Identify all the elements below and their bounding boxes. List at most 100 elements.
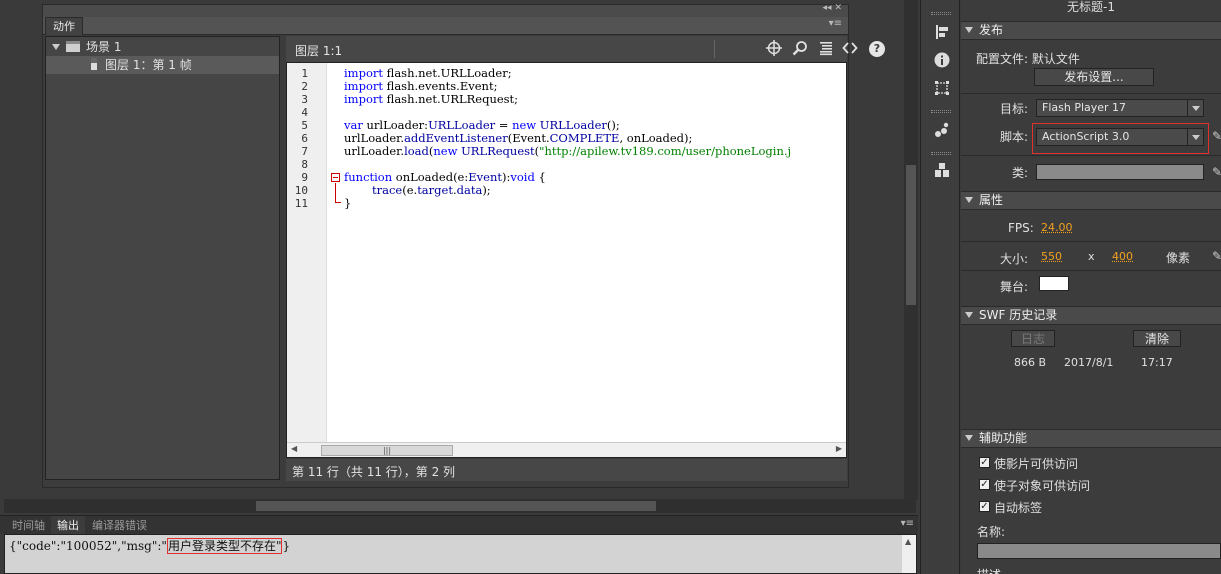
collapse-triangle-icon[interactable] (965, 197, 973, 203)
line-number: 11 (294, 197, 308, 210)
scroll-thumb[interactable] (906, 165, 916, 305)
swf-date: 2017/8/1 (1064, 356, 1114, 369)
scroll-left-icon[interactable]: ◀ (291, 444, 297, 453)
line-number: 3 (301, 93, 308, 106)
line-number: 7 (301, 145, 308, 158)
grip-handle[interactable] (931, 12, 951, 15)
log-button[interactable]: 日志 (1011, 330, 1055, 347)
info-icon[interactable] (933, 52, 951, 70)
format-code-icon[interactable] (817, 40, 835, 58)
editor-title: 图层 1:1 (295, 44, 343, 58)
unit-label: 像素 (1166, 251, 1191, 265)
name-input[interactable] (977, 543, 1221, 559)
line-number: 4 (301, 106, 308, 119)
workspace-vertical-scrollbar[interactable] (904, 0, 918, 500)
checkbox-auto-label[interactable]: ✓ (979, 501, 990, 512)
profile-value: 默认文件 (1031, 52, 1080, 66)
class-input[interactable] (1036, 164, 1204, 180)
accessible-movie-label: 使影片可供访问 (994, 457, 1079, 471)
close-icon[interactable]: ✕ (834, 3, 842, 13)
document-title: 无标题-1 (1067, 0, 1115, 14)
collapse-panel-icon[interactable]: ◂◂ ✕ (823, 3, 842, 13)
output-vertical-scrollbar[interactable]: ▲ (902, 535, 916, 573)
collapse-triangle-icon[interactable] (965, 312, 973, 318)
fold-marker-icon[interactable] (331, 173, 340, 182)
align-icon[interactable] (933, 24, 951, 42)
search-icon[interactable] (791, 40, 809, 58)
line-number: 5 (301, 119, 308, 132)
line-number: 8 (301, 158, 308, 171)
panel-menu-icon[interactable]: ▾≡ (829, 18, 842, 29)
section-swf-history[interactable]: SWF 历史记录 (961, 306, 1221, 325)
checkbox-accessible-movie[interactable]: ✓ (979, 457, 990, 468)
tree-item-layer[interactable]: 图层 1：第 1 帧 (46, 56, 279, 74)
section-properties[interactable]: 属性 (961, 191, 1221, 210)
code-editor[interactable]: 1 2 3 4 5 6 7 8 9 10 11 import flash.net… (286, 62, 847, 458)
wrench-icon[interactable]: ✎ (1212, 129, 1221, 143)
grip-handle[interactable] (931, 152, 951, 155)
script-value: ActionScript 3.0 (1042, 130, 1130, 143)
tree-item-scene[interactable]: 场景 1 (46, 38, 279, 56)
scroll-thumb[interactable] (256, 501, 656, 511)
grip-handle[interactable] (931, 110, 951, 113)
expand-triangle-icon[interactable] (52, 44, 60, 50)
editor-horizontal-scrollbar[interactable]: ◀ ||| ▶ (287, 442, 846, 457)
tab-actions[interactable]: 动作 (45, 17, 83, 35)
tab-compiler-errors[interactable]: 编译器错误 (86, 516, 153, 535)
library-icon[interactable] (933, 162, 951, 180)
section-title: 属性 (979, 193, 1004, 207)
tab-output[interactable]: 输出 (51, 516, 85, 535)
components-icon[interactable] (933, 122, 951, 140)
height-value[interactable]: 400 (1112, 250, 1133, 263)
scroll-thumb[interactable]: ||| (321, 445, 453, 456)
section-publish[interactable]: 发布 (961, 21, 1221, 40)
publish-settings-button[interactable]: 发布设置... (1034, 68, 1154, 86)
accessible-children-label: 使子对象可供访问 (994, 479, 1091, 493)
panel-tabbar: 动作 ▾≡ (43, 17, 848, 35)
section-accessibility[interactable]: 辅助功能 (961, 429, 1221, 448)
help-icon[interactable]: ? (869, 41, 885, 57)
code-line-7: urlLoader.load(new URLRequest("http://ap… (344, 144, 792, 158)
fold-guide-end (335, 202, 341, 203)
section-title: SWF 历史记录 (979, 308, 1058, 322)
line-number: 2 (301, 80, 308, 93)
size-label: 大小: (1000, 252, 1029, 266)
fps-value[interactable]: 24.00 (1041, 221, 1073, 234)
scene-clapper-icon (66, 41, 80, 52)
stage-color-swatch[interactable] (1039, 276, 1069, 291)
code-snippets-icon[interactable] (841, 40, 859, 58)
section-title: 辅助功能 (979, 431, 1028, 445)
collapse-glyph: ◂◂ (822, 3, 832, 13)
edit-class-icon[interactable]: ✎ (1212, 165, 1221, 179)
output-panel[interactable]: {"code":"100052","msg":"用户登录类型不存在"} ▲ (4, 534, 917, 574)
collapse-triangle-icon[interactable] (965, 27, 973, 33)
tab-timeline[interactable]: 时间轴 (6, 516, 51, 535)
script-select[interactable]: ActionScript 3.0 (1036, 128, 1204, 146)
panel-menu-icon[interactable]: ▾≡ (901, 518, 914, 529)
code-line-10: trace(e.target.data); (372, 183, 491, 197)
editor-status-bar: 第 11 行（共 11 行），第 2 列 (286, 459, 847, 481)
name-label: 名称: (977, 525, 1006, 539)
workspace-horizontal-scrollbar[interactable] (4, 499, 916, 513)
clear-button[interactable]: 清除 (1133, 330, 1181, 347)
target-label: 目标: (1000, 102, 1029, 116)
target-icon[interactable] (765, 40, 783, 58)
panel-icon-column (920, 0, 960, 574)
scroll-right-icon[interactable]: ▶ (836, 444, 842, 453)
layer-frame-icon (91, 58, 97, 70)
target-value: Flash Player 17 (1042, 101, 1127, 114)
collapse-triangle-icon[interactable] (965, 435, 973, 441)
layer-label: 图层 1：第 1 帧 (105, 58, 192, 72)
chevron-down-icon (1187, 129, 1203, 145)
target-select[interactable]: Flash Player 17 (1036, 99, 1204, 117)
bottom-tabbar: 时间轴 输出 编译器错误 ▾≡ (0, 515, 918, 535)
auto-label-label: 自动标签 (994, 501, 1043, 515)
wrench-icon[interactable]: ✎ (1212, 249, 1221, 263)
scroll-up-icon[interactable]: ▲ (905, 537, 911, 546)
code-line-3: import flash.net.URLRequest; (344, 92, 519, 106)
checkbox-accessible-children[interactable]: ✓ (979, 479, 990, 490)
script-label: 脚本: (1000, 130, 1029, 144)
divider (961, 270, 1221, 271)
width-value[interactable]: 550 (1041, 250, 1062, 263)
transform-icon[interactable] (933, 80, 951, 98)
